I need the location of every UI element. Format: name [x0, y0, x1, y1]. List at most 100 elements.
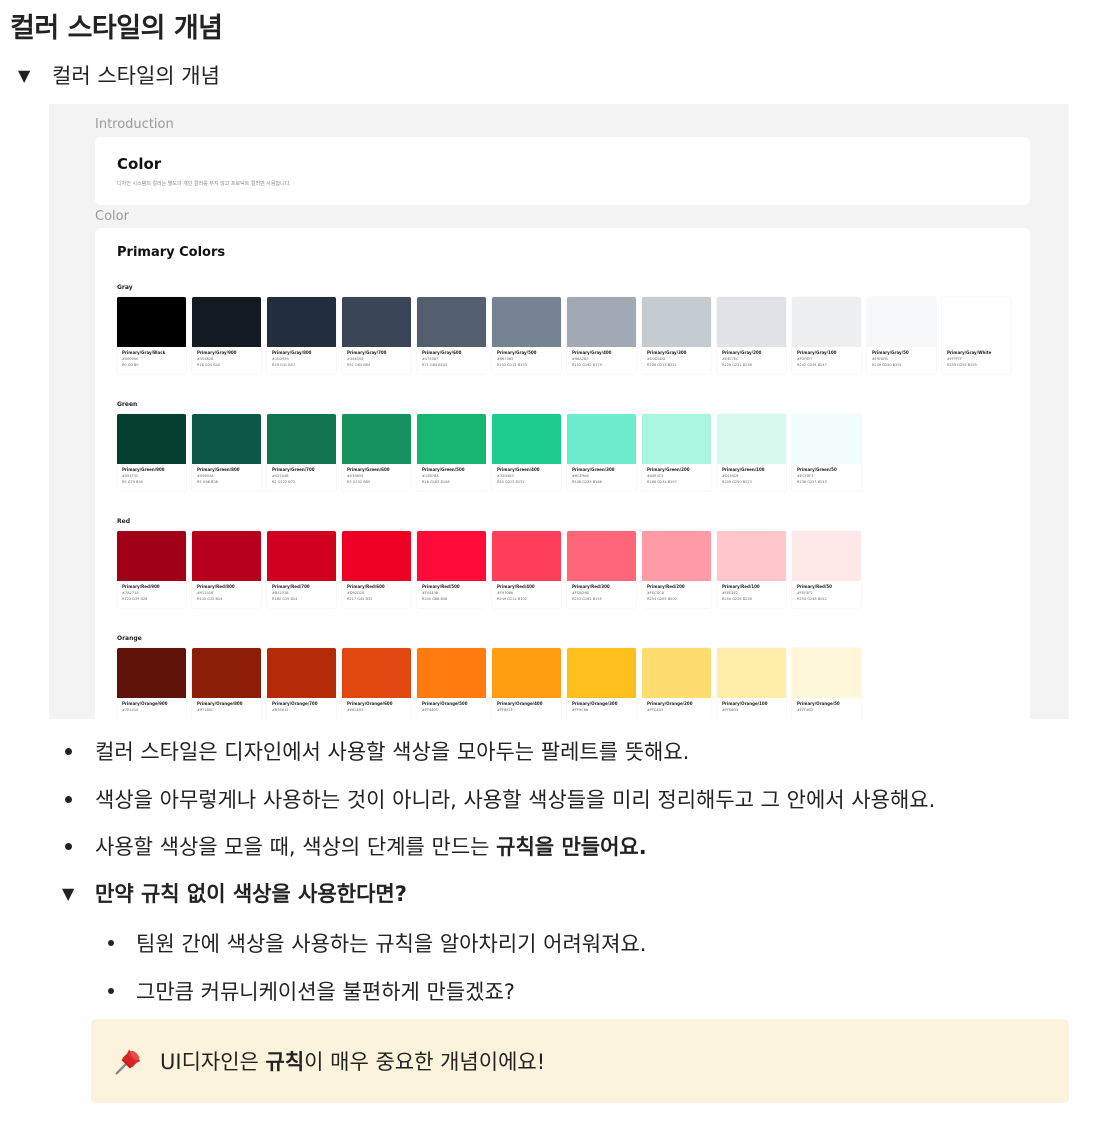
swatch-rgb: R249 G250 B251	[872, 363, 902, 367]
swatch-rgb: R52 G64 B84	[347, 363, 371, 367]
color-swatch: Primary/Gray/300 #D0D5DD R208 G213 B221	[642, 297, 711, 374]
swatch-name: Primary/Green/700	[272, 467, 315, 472]
swatch-hex: #027A48	[272, 474, 289, 478]
swatch-hex: #FFE6D5	[722, 708, 739, 712]
color-chip	[267, 297, 336, 347]
color-chip	[567, 297, 636, 347]
color-swatch: Primary/Gray/200 #E4E7EC R228 G231 B236	[717, 297, 786, 374]
color-chip	[717, 414, 786, 464]
swatch-name: Primary/Orange/200	[647, 701, 693, 706]
toggle-block[interactable]: ▼ 컬러 스타일의 개념	[18, 60, 220, 90]
swatch-name: Primary/Gray/White	[947, 350, 992, 355]
color-swatch: Primary/Orange/600 #E62E05	[342, 648, 411, 719]
swatch-hex: #98A2B3	[572, 357, 589, 361]
swatch-rgb: R242 G244 B247	[797, 363, 827, 367]
swatch-name: Primary/Orange/300	[572, 701, 618, 706]
color-swatch: Primary/Orange/800 #97180C	[192, 648, 261, 719]
color-chip	[792, 531, 861, 581]
intro-section-label: Introduction	[95, 117, 174, 132]
color-chip	[267, 648, 336, 698]
bullet-dot	[65, 842, 72, 850]
swatch-hex: #D92D20	[347, 591, 365, 595]
swatch-hex: #FECDCA	[647, 591, 665, 595]
swatch-rgb: R255 G255 B255	[947, 363, 977, 367]
swatch-name: Primary/Gray/200	[722, 350, 762, 355]
bullet-item-3: 사용할 색상을 모을 때, 색상의 단계를 만드는 규칙을 만들어요.	[65, 831, 647, 861]
swatch-rgb: R16 G24 B40	[197, 363, 221, 367]
color-swatch: Primary/Orange/900 #7E2410	[117, 648, 186, 719]
swatch-hex: #E62E05	[347, 708, 364, 712]
swatch-rgb: R18 G183 B106	[422, 480, 450, 484]
color-chip	[267, 414, 336, 464]
color-section-label: Color	[95, 209, 129, 224]
color-swatch: Primary/Red/300 #FDA29B R253 G162 B155	[567, 531, 636, 608]
color-swatch: Primary/Orange/500 #FF4405	[417, 648, 486, 719]
swatch-rgb: R249 G112 B102	[497, 597, 527, 601]
swatch-name: Primary/Red/800	[197, 584, 235, 589]
color-swatch: Primary/Green/500 #12B76A R18 G183 B106	[417, 414, 486, 491]
color-chip	[267, 531, 336, 581]
bullet-dot	[65, 795, 72, 803]
swatch-hex: #000000	[122, 357, 139, 361]
color-swatch: Primary/Green/300 #6CE9A6 R108 G233 B166	[567, 414, 636, 491]
swatch-hex: #344054	[347, 357, 364, 361]
color-chip	[642, 297, 711, 347]
swatch-hex: #7E2410	[122, 708, 139, 712]
color-swatch: Primary/Red/500 #F04438 R240 G68 B56	[417, 531, 486, 608]
sub-toggle-block[interactable]: ▼ 만약 규칙 없이 색상을 사용한다면?	[62, 878, 407, 908]
bullet-dot	[65, 747, 72, 755]
swatch-name: Primary/Green/500	[422, 467, 465, 472]
swatch-name: Primary/Gray/100	[797, 350, 837, 355]
swatch-rgb: R122 G39 B26	[122, 597, 148, 601]
color-chip	[567, 531, 636, 581]
color-chip	[492, 531, 561, 581]
color-swatch: Primary/Green/600 #039855 R3 G152 B85	[342, 414, 411, 491]
toggle-triangle-icon[interactable]: ▼	[18, 66, 42, 85]
swatch-rgb: R145 G32 B24	[197, 597, 223, 601]
swatch-name: Primary/Green/800	[197, 467, 240, 472]
swatch-hex: #FFFFFF	[947, 357, 963, 361]
swatch-name: Primary/Green/400	[497, 467, 540, 472]
swatch-name: Primary/Red/100	[722, 584, 760, 589]
color-swatch: Primary/Green/200 #A6F4C5 R166 G244 B197	[642, 414, 711, 491]
bullet-item-2: 색상을 아무렇게나 사용하는 것이 아니라, 사용할 색상들을 미리 정리해두고…	[65, 784, 935, 814]
swatch-hex: #ECFDF3	[797, 474, 814, 478]
color-chip	[492, 297, 561, 347]
swatch-hex: #FDA29B	[572, 591, 589, 595]
swatch-name: Primary/Red/700	[272, 584, 310, 589]
color-chip	[642, 648, 711, 698]
color-swatch: Primary/Red/900 #7A271A R122 G39 B26	[117, 531, 186, 608]
swatch-name: Primary/Orange/800	[197, 701, 243, 706]
color-swatch: Primary/Gray/700 #344054 R52 G64 B84	[342, 297, 411, 374]
color-chip	[567, 414, 636, 464]
color-swatch: Primary/Orange/200 #FFC4A3	[642, 648, 711, 719]
toggle-title: 컬러 스타일의 개념	[52, 64, 220, 88]
swatch-hex: #FFC4A3	[647, 708, 664, 712]
color-swatch: Primary/Orange/300 #FF9C66	[567, 648, 636, 719]
bullet-bold-text: 규칙을 만들어요.	[496, 835, 647, 859]
callout-text: UI디자인은 규칙이 매우 중요한 개념이에요!	[160, 1050, 546, 1074]
swatch-hex: #475467	[422, 357, 439, 361]
intro-card: Color 디자인 시스템의 컬러는 별도의 개인 컬러를 두지 않고 프로덕트…	[95, 137, 1030, 205]
callout-block: UI디자인은 규칙이 매우 중요한 개념이에요!	[91, 1019, 1069, 1103]
color-swatch: Primary/Gray/Black #000000 R0 G0 B0	[117, 297, 186, 374]
color-chip	[492, 648, 561, 698]
sub-toggle-title: 만약 규칙 없이 색상을 사용한다면?	[95, 882, 407, 906]
color-chip	[117, 297, 186, 347]
swatch-hex: #F97066	[497, 591, 514, 595]
swatch-hex: #FF692E	[497, 708, 513, 712]
swatch-hex: #A6F4C5	[647, 474, 664, 478]
swatch-rgb: R217 G45 B32	[347, 597, 373, 601]
swatch-name: Primary/Gray/300	[647, 350, 687, 355]
color-chip	[342, 648, 411, 698]
swatch-rgb: R152 G162 B179	[572, 363, 602, 367]
swatch-name: Primary/Orange/400	[497, 701, 543, 706]
color-swatch: Primary/Gray/800 #1D2939 R29 G41 B57	[267, 297, 336, 374]
toggle-triangle-icon[interactable]: ▼	[62, 884, 84, 903]
swatch-rgb: R254 G243 B242	[797, 597, 827, 601]
intro-card-desc: 디자인 시스템의 컬러는 별도의 개인 컬러를 두지 않고 프로덕트 컬러만 사…	[117, 181, 291, 187]
swatch-rgb: R240 G68 B56	[422, 597, 448, 601]
swatch-hex: #FFF4ED	[797, 708, 814, 712]
swatch-rgb: R50 G213 B131	[497, 480, 525, 484]
swatch-name: Primary/Green/600	[347, 467, 390, 472]
